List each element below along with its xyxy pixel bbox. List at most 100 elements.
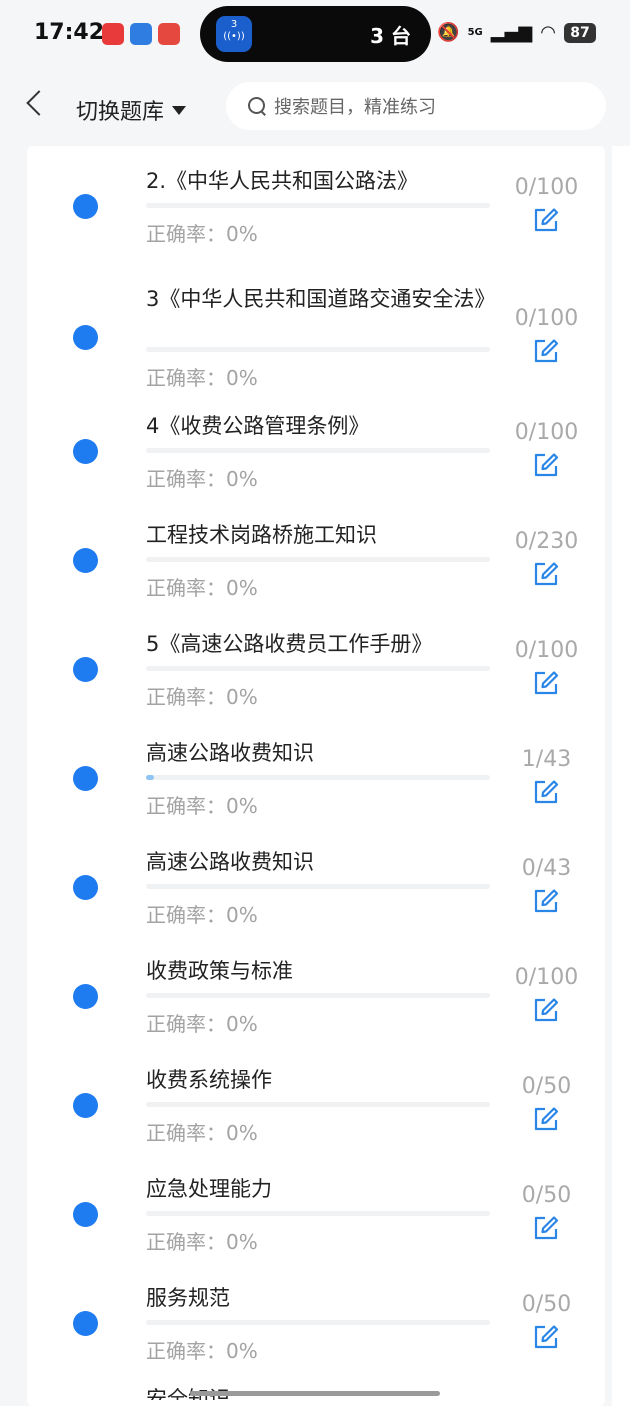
progress-bar [146, 1211, 490, 1216]
progress-fill [146, 775, 154, 780]
item-accuracy: 正确率：0% [146, 1339, 258, 1363]
item-accuracy: 正确率：0% [146, 794, 258, 818]
caret-down-icon [172, 105, 187, 115]
item-accuracy: 正确率：0% [146, 1012, 258, 1036]
item-title: 4《收费公路管理条例》 [146, 414, 370, 438]
progress-bar [146, 993, 490, 998]
list-item[interactable]: 3《中华人民共和国道路交通安全法》 正确率：0% 0/100 [27, 264, 605, 399]
switch-bank-label: 切换题库 [76, 100, 165, 125]
switch-bank-dropdown[interactable]: 切换题库 [76, 94, 187, 126]
mute-bell-icon: 🔕 [437, 22, 460, 43]
battery-indicator: 87 [564, 22, 596, 43]
item-title: 5《高速公路收费员工作手册》 [146, 632, 433, 656]
right-panel-edge [612, 146, 630, 1406]
item-count: 0/230 [514, 529, 579, 554]
progress-bar [146, 775, 490, 780]
edit-icon[interactable] [533, 779, 559, 805]
edit-icon[interactable] [533, 1215, 559, 1241]
item-count: 0/50 [521, 1074, 572, 1099]
edit-icon[interactable] [533, 888, 559, 914]
item-count: 0/100 [514, 638, 579, 663]
status-dot [73, 439, 98, 464]
search-icon [248, 97, 266, 115]
status-dot [73, 1311, 98, 1336]
edit-icon[interactable] [533, 452, 559, 478]
status-dot [73, 1093, 98, 1118]
status-dot [73, 194, 98, 219]
item-title: 工程技术岗路桥施工知识 [146, 523, 377, 547]
edit-icon[interactable] [533, 1106, 559, 1132]
status-dot [73, 984, 98, 1009]
progress-bar [146, 203, 490, 208]
edit-icon[interactable] [533, 1324, 559, 1350]
edit-icon[interactable] [533, 997, 559, 1023]
signal-icon: ▂▄▆ [490, 22, 533, 43]
top-nav: 切换题库 搜索题目，精准练习 [0, 72, 630, 142]
item-accuracy: 正确率：0% [146, 685, 258, 709]
item-title: 高速公路收费知识 [146, 850, 314, 874]
item-count: 0/100 [514, 306, 579, 331]
list-item[interactable]: 收费政策与标准 正确率：0% 0/100 [27, 936, 605, 1045]
home-indicator[interactable] [190, 1391, 440, 1396]
search-placeholder: 搜索题目，精准练习 [274, 97, 436, 118]
item-accuracy: 正确率：0% [146, 1230, 258, 1254]
list-item[interactable]: 应急处理能力 正确率：0% 0/50 [27, 1154, 605, 1263]
status-dot [73, 657, 98, 682]
item-title: 应急处理能力 [146, 1177, 272, 1201]
item-title: 收费系统操作 [146, 1068, 272, 1092]
list-item[interactable]: 服务规范 正确率：0% 0/50 [27, 1263, 605, 1372]
edit-icon[interactable] [533, 561, 559, 587]
status-dot [73, 766, 98, 791]
edit-icon[interactable] [533, 670, 559, 696]
list-item[interactable]: 2.《中华人民共和国公路法》 正确率：0% 0/100 [27, 146, 605, 255]
status-dot [73, 548, 98, 573]
progress-bar [146, 666, 490, 671]
list-item[interactable]: 高速公路收费知识 正确率：0% 1/43 [27, 718, 605, 827]
item-count: 1/43 [521, 747, 572, 772]
status-dot [73, 1202, 98, 1227]
list-item[interactable]: 4《收费公路管理条例》 正确率：0% 0/100 [27, 391, 605, 500]
broadcast-icon: 3 ((•)) [216, 16, 252, 52]
app-notification-icon [158, 23, 180, 45]
item-count: 0/50 [521, 1183, 572, 1208]
progress-bar [146, 1320, 490, 1325]
item-count: 0/100 [514, 965, 579, 990]
list-item[interactable]: 5《高速公路收费员工作手册》 正确率：0% 0/100 [27, 609, 605, 718]
item-count: 0/43 [521, 856, 572, 881]
item-accuracy: 正确率：0% [146, 1121, 258, 1145]
app-notification-icon [130, 23, 152, 45]
dynamic-island[interactable]: 3 ((•)) 3 台 [200, 6, 431, 62]
app-notification-icon [102, 23, 124, 45]
item-count: 0/50 [521, 1292, 572, 1317]
progress-bar [146, 557, 490, 562]
status-bar: 17:42 3 ((•)) 3 台 🔕 5G ▂▄▆ ◠ 87 [0, 0, 630, 68]
item-title: 2.《中华人民共和国公路法》 [146, 169, 419, 193]
item-accuracy: 正确率：0% [146, 222, 258, 246]
item-count: 0/100 [514, 175, 579, 200]
question-bank-list: 2.《中华人民共和国公路法》 正确率：0% 0/100 3《中华人民共和国道路交通安全… [27, 146, 605, 1406]
list-item[interactable]: 工程技术岗路桥施工知识 正确率：0% 0/230 [27, 500, 605, 609]
edit-icon[interactable] [533, 207, 559, 233]
status-app-icons [102, 23, 180, 45]
status-dot [73, 875, 98, 900]
progress-bar [146, 884, 490, 889]
wifi-icon: ◠ [540, 22, 556, 43]
search-input[interactable]: 搜索题目，精准练习 [226, 82, 606, 130]
network-label: 5G [467, 26, 483, 38]
item-accuracy: 正确率：0% [146, 366, 258, 390]
item-title: 3《中华人民共和国道路交通安全法》 [146, 287, 496, 311]
status-time: 17:42 [34, 20, 105, 45]
list-item[interactable]: 收费系统操作 正确率：0% 0/50 [27, 1045, 605, 1154]
item-accuracy: 正确率：0% [146, 576, 258, 600]
progress-bar [146, 347, 490, 352]
item-title: 高速公路收费知识 [146, 741, 314, 765]
item-accuracy: 正确率：0% [146, 467, 258, 491]
item-title: 收费政策与标准 [146, 959, 293, 983]
back-arrow-icon[interactable] [26, 90, 52, 116]
item-accuracy: 正确率：0% [146, 903, 258, 927]
edit-icon[interactable] [533, 338, 559, 364]
item-count: 0/100 [514, 420, 579, 445]
list-item[interactable]: 高速公路收费知识 正确率：0% 0/43 [27, 827, 605, 936]
progress-bar [146, 1102, 490, 1107]
progress-bar [146, 448, 490, 453]
